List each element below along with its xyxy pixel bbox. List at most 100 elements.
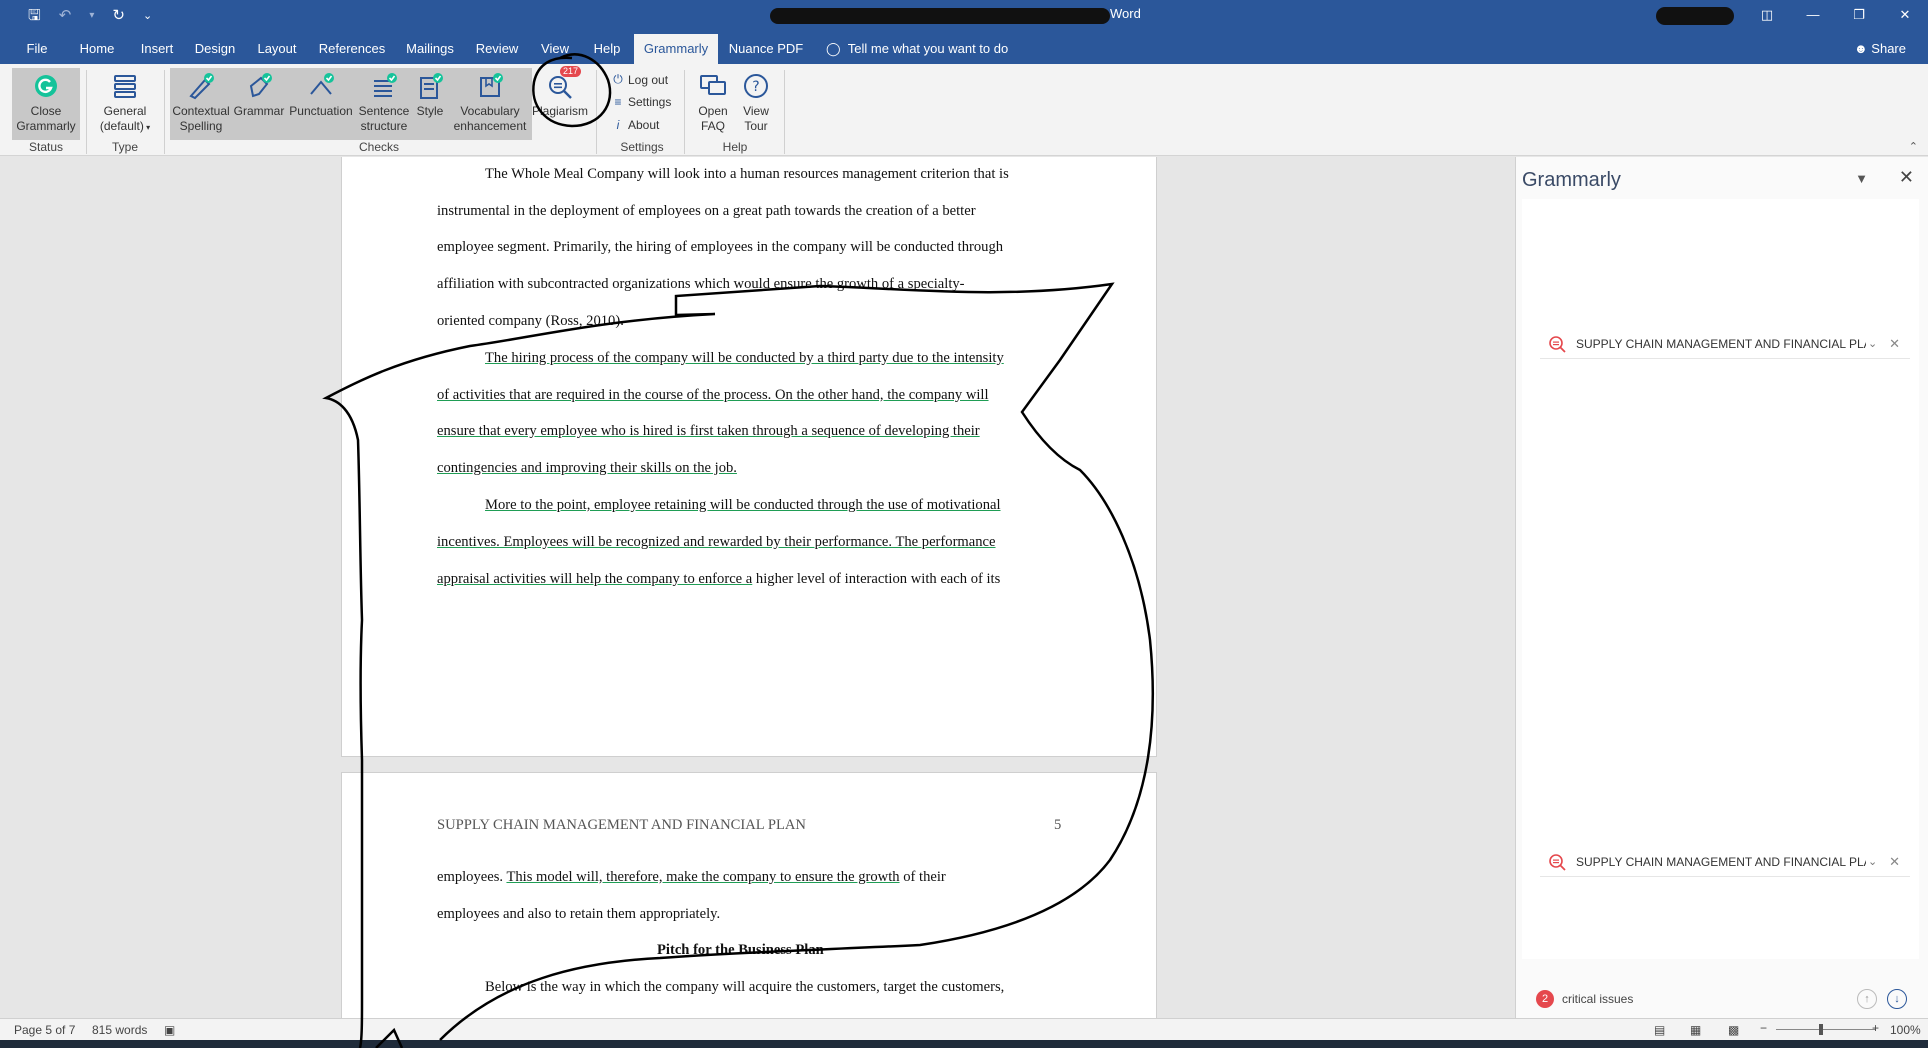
sentence-structure-button[interactable]: Sentence structure <box>356 68 412 140</box>
document-canvas[interactable]: The Whole Meal Company will look into a … <box>0 157 1515 1018</box>
tab-nuance-pdf[interactable]: Nuance PDF <box>728 34 804 64</box>
qat-customize-icon[interactable]: ⌄ <box>143 7 152 25</box>
undo-icon[interactable]: ↶ <box>59 7 72 25</box>
grammarly-ribbon: Close Grammarly Status General (default)… <box>0 64 1928 156</box>
collapse-ribbon-icon[interactable]: ⌃ <box>1909 140 1918 153</box>
document-type-button[interactable]: General (default) ▾ <box>92 68 158 140</box>
text-line-flagged[interactable]: ensure that every employee who is hired … <box>437 421 980 441</box>
issue-card[interactable]: SUPPLY CHAIN MANAGEMENT AND FINANCIAL PL… <box>1540 329 1910 359</box>
plain-span: higher level of interaction with each of… <box>752 571 1001 587</box>
save-icon[interactable]: 🖫 <box>28 7 41 25</box>
power-icon: ⏻ <box>613 72 623 86</box>
plagiarism-label: Plagiarism <box>532 104 589 118</box>
close-grammarly-label-1: Close <box>30 104 62 118</box>
share-button[interactable]: ☻ Share <box>1854 34 1906 64</box>
about-button[interactable]: i About <box>612 118 660 132</box>
dismiss-icon[interactable]: ✕ <box>1889 854 1900 870</box>
tab-grammarly[interactable]: Grammarly <box>634 34 718 64</box>
redo-icon[interactable]: ↻ <box>112 7 125 25</box>
tab-mailings[interactable]: Mailings <box>400 34 460 64</box>
open-faq-button[interactable]: Open FAQ <box>692 68 734 140</box>
previous-issue-icon[interactable]: ↑ <box>1857 989 1877 1009</box>
punctuation-button[interactable]: Punctuation <box>286 68 356 140</box>
close-grammarly-button[interactable]: Close Grammarly <box>12 68 80 140</box>
contextual-spelling-button[interactable]: Contextual Spelling <box>170 68 232 140</box>
page-number: 5 <box>1054 817 1062 833</box>
text-line-flagged[interactable]: More to the point, employee retaining wi… <box>485 495 1001 515</box>
redacted-document-name <box>770 8 1110 24</box>
share-label: Share <box>1871 41 1906 56</box>
settings-label: Settings <box>628 95 672 109</box>
web-layout-icon[interactable]: ▩ <box>1728 1023 1739 1037</box>
next-issue-icon[interactable]: ↓ <box>1887 989 1907 1009</box>
tab-help[interactable]: Help <box>586 34 628 64</box>
word-count[interactable]: 815 words <box>92 1023 147 1037</box>
tab-home[interactable]: Home <box>74 34 120 64</box>
pane-options-icon[interactable]: ▼ <box>1855 171 1868 186</box>
issue-card-text: SUPPLY CHAIN MANAGEMENT AND FINANCIAL PL… <box>1576 336 1866 351</box>
text-line-flagged[interactable]: The hiring process of the company will b… <box>485 348 1004 368</box>
group-status-label: Status <box>28 140 64 154</box>
flagged-span[interactable]: appraisal activities will help the compa… <box>437 571 752 587</box>
group-separator <box>684 70 685 154</box>
chevron-down-icon[interactable]: ⌄ <box>1868 855 1877 868</box>
settings-button[interactable]: ≡ Settings <box>612 95 671 109</box>
taskbar <box>0 1040 1928 1048</box>
zoom-out-icon[interactable]: − <box>1760 1021 1767 1035</box>
pane-close-icon[interactable]: ✕ <box>1899 167 1914 188</box>
magnifier-icon: 217 <box>544 66 582 102</box>
zoom-in-icon[interactable]: + <box>1872 1021 1879 1035</box>
text-line: oriented company (Ross, 2010). <box>437 313 624 329</box>
ribbon-display-icon[interactable]: ◫ <box>1744 0 1790 30</box>
log-out-button[interactable]: ⏻ Log out <box>612 72 668 87</box>
plagiarism-magnifier-icon <box>1546 851 1568 873</box>
text-line-flagged[interactable]: of activities that are required in the c… <box>437 385 989 405</box>
pen-check-icon <box>185 70 217 102</box>
plagiarism-magnifier-icon <box>1546 333 1568 355</box>
pane-footer: 2 critical issues ↑ ↓ <box>1522 984 1919 1014</box>
section-heading: Pitch for the Business Plan <box>657 942 824 958</box>
view-tour-button[interactable]: ? View Tour <box>734 68 778 140</box>
issue-count-badge: 2 <box>1536 990 1554 1008</box>
close-window-icon[interactable]: ✕ <box>1882 0 1928 30</box>
tell-me-search[interactable]: ◯ Tell me what you want to do <box>826 34 1008 64</box>
tab-file[interactable]: File <box>18 34 56 64</box>
vocab-label-1: Vocabulary <box>460 104 520 118</box>
text-line: affiliation with subcontracted organizat… <box>437 276 965 292</box>
text-line: employees. This model will, therefore, m… <box>437 867 946 887</box>
zoom-slider-thumb[interactable] <box>1819 1024 1823 1035</box>
restore-icon[interactable]: ❐ <box>1836 0 1882 30</box>
dismiss-icon[interactable]: ✕ <box>1889 336 1900 352</box>
page-indicator[interactable]: Page 5 of 7 <box>14 1023 75 1037</box>
style-button[interactable]: Style <box>412 68 448 140</box>
text-line: instrumental in the deployment of employ… <box>437 203 976 219</box>
document-type-icon <box>109 70 141 102</box>
text-line-flagged[interactable]: contingencies and improving their skills… <box>437 458 737 478</box>
print-layout-icon[interactable]: ▦ <box>1690 1023 1701 1037</box>
undo-dropdown-icon[interactable]: ▾ <box>89 7 94 25</box>
caret-check-icon <box>305 70 337 102</box>
tell-me-text: Tell me what you want to do <box>847 41 1009 56</box>
text-line-flagged[interactable]: incentives. Employees will be recognized… <box>437 532 996 552</box>
tab-design[interactable]: Design <box>190 34 240 64</box>
question-icon: ? <box>740 70 772 102</box>
tab-view[interactable]: View <box>534 34 576 64</box>
grammar-button[interactable]: Grammar <box>232 68 286 140</box>
group-help-label: Help <box>722 140 748 154</box>
vocabulary-enhancement-button[interactable]: Vocabulary enhancement <box>448 68 532 140</box>
minimize-icon[interactable]: — <box>1790 0 1836 30</box>
title-bar: 🖫 ↶ ▾ ↻ ⌄ Word ◫ — ❐ ✕ <box>0 0 1928 34</box>
chevron-down-icon[interactable]: ⌄ <box>1868 337 1877 350</box>
proofing-icon[interactable]: ▣ <box>164 1023 175 1037</box>
plagiarism-button[interactable]: 217 Plagiarism <box>532 66 589 140</box>
zoom-level[interactable]: 100% <box>1890 1023 1921 1037</box>
issue-card[interactable]: SUPPLY CHAIN MANAGEMENT AND FINANCIAL PL… <box>1540 847 1910 877</box>
tab-insert[interactable]: Insert <box>134 34 180 64</box>
flagged-span[interactable]: This model will, therefore, make the com… <box>506 869 899 885</box>
tab-references[interactable]: References <box>314 34 390 64</box>
running-head: SUPPLY CHAIN MANAGEMENT AND FINANCIAL PL… <box>437 817 806 833</box>
tab-review[interactable]: Review <box>470 34 524 64</box>
read-mode-icon[interactable]: ▤ <box>1654 1023 1665 1037</box>
zoom-slider[interactable] <box>1776 1029 1876 1030</box>
tab-layout[interactable]: Layout <box>252 34 302 64</box>
